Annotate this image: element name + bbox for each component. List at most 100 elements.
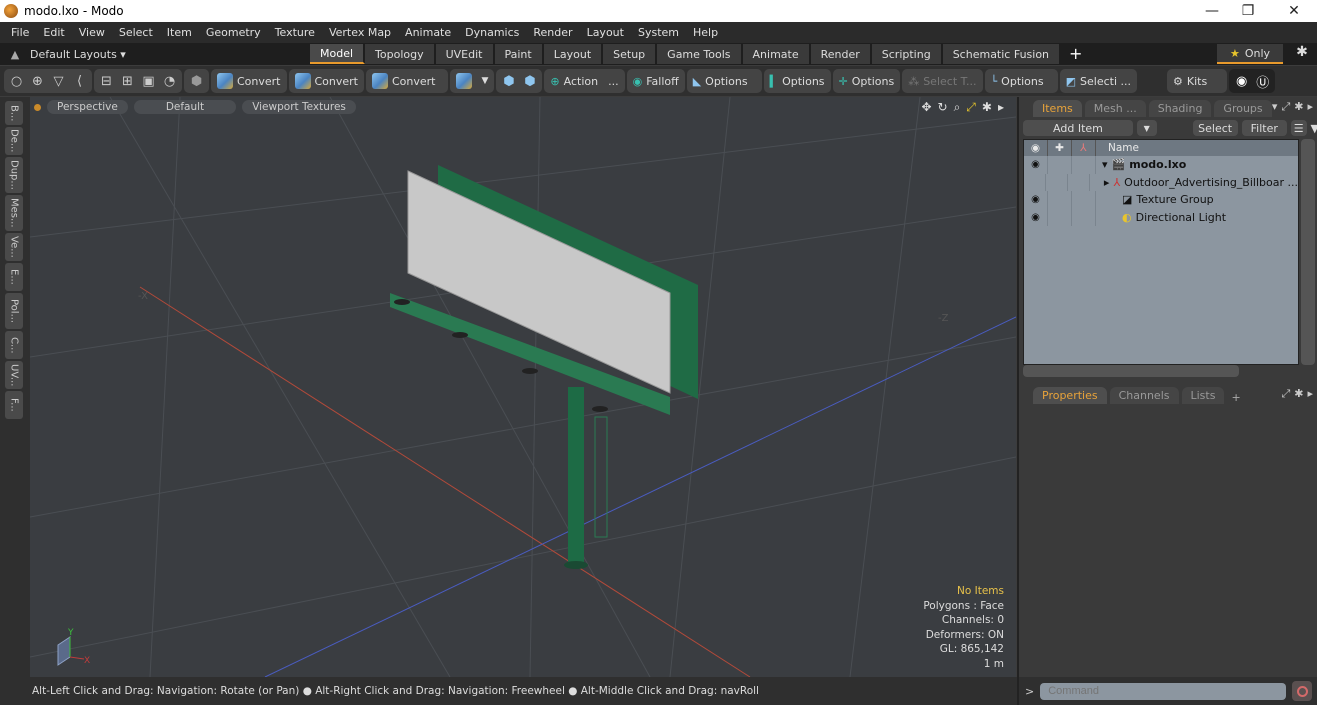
menu-texture[interactable]: Texture	[268, 26, 322, 39]
falloff-button[interactable]: ◉ Falloff	[626, 69, 685, 93]
tab-shading[interactable]: Shading	[1148, 100, 1212, 117]
left-tab-edge[interactable]: E...	[5, 263, 23, 291]
viewport-textures-dropdown[interactable]: Viewport Textures	[242, 100, 356, 114]
command-history-button[interactable]	[1292, 681, 1313, 701]
vertices-mode-icon[interactable]: ○	[6, 70, 27, 92]
uv-mode-icon[interactable]: ⊞	[117, 70, 138, 92]
select-t-button[interactable]: ⁂ Select T...	[902, 69, 983, 93]
unity-icon[interactable]: ◉	[1231, 70, 1252, 92]
collapse-arrow-icon[interactable]: ▸	[1104, 176, 1110, 189]
snap-shield-icon[interactable]: ⬢	[498, 70, 519, 92]
left-tab-uv[interactable]: UV...	[5, 361, 23, 389]
tree-row[interactable]: ◉ ▾ 🎬 modo.lxo	[1024, 156, 1298, 174]
add-item-button[interactable]: Add Item	[1023, 120, 1133, 136]
tab-uvedit[interactable]: UVEdit	[435, 44, 495, 64]
menu-vertex-map[interactable]: Vertex Map	[322, 26, 398, 39]
tree-row[interactable]: ◉ ◐ Directional Light	[1024, 208, 1298, 226]
expand-right-icon[interactable]: ▸	[998, 100, 1004, 115]
tabs-dropdown-icon[interactable]: ▾	[1272, 100, 1278, 114]
left-tab-duplicate[interactable]: Dup...	[5, 157, 23, 193]
options-button-4[interactable]: └ Options	[984, 69, 1058, 93]
items-mode-icon[interactable]: ⊟	[96, 70, 117, 92]
menu-layout[interactable]: Layout	[580, 26, 631, 39]
left-tab-fusion[interactable]: F...	[5, 391, 23, 419]
menu-select[interactable]: Select	[112, 26, 160, 39]
lock-column-icon[interactable]: ✚	[1048, 140, 1072, 156]
material-mode-icon[interactable]: ◔	[159, 70, 180, 92]
polygons-mode-icon[interactable]: ▣	[138, 70, 159, 92]
eye-icon[interactable]: ◉	[1024, 191, 1048, 209]
eye-icon[interactable]: ◉	[1024, 156, 1048, 174]
menu-system[interactable]: System	[631, 26, 686, 39]
menu-animate[interactable]: Animate	[398, 26, 458, 39]
shield-icon[interactable]: ⬢	[186, 70, 207, 92]
left-tab-basic[interactable]: B...	[5, 101, 23, 125]
render-column-icon[interactable]: ⅄	[1072, 140, 1096, 156]
expand-panel-icon[interactable]: ⤢	[1281, 100, 1290, 114]
expand-arrow-icon[interactable]: ▾	[1102, 158, 1108, 171]
collapse-up-icon[interactable]: ▲	[0, 48, 30, 61]
kits-button[interactable]: ⚙ Kits	[1167, 69, 1228, 93]
tab-setup[interactable]: Setup	[603, 44, 658, 64]
left-tab-vertex[interactable]: Ve...	[5, 233, 23, 261]
menu-view[interactable]: View	[72, 26, 112, 39]
viewport-gear-icon[interactable]: ✱	[982, 100, 992, 115]
list-options-icon[interactable]: ☰	[1290, 120, 1307, 136]
visibility-column-icon[interactable]: ◉	[1024, 140, 1048, 156]
options-button-2[interactable]: ▍ Options	[763, 69, 831, 93]
command-input[interactable]	[1040, 682, 1287, 700]
pan-icon[interactable]: ✥	[921, 100, 931, 115]
panel-arrow-icon[interactable]: ▸	[1307, 387, 1313, 401]
left-tab-deform[interactable]: De...	[5, 127, 23, 155]
expand-panel-icon[interactable]: ⤢	[1281, 387, 1290, 401]
selection-button[interactable]: ◩ Selecti ...	[1059, 69, 1138, 93]
cube-dropdown[interactable]: ▼	[449, 69, 495, 93]
panel-gear-icon[interactable]: ✱	[1294, 100, 1303, 114]
left-tab-curve[interactable]: C...	[5, 331, 23, 359]
menu-edit[interactable]: Edit	[36, 26, 71, 39]
rotate-icon[interactable]: ↻	[938, 100, 948, 115]
options-button-3[interactable]: ✛ Options	[832, 69, 901, 93]
panel-gear-icon[interactable]: ✱	[1294, 387, 1303, 401]
items-horizontal-scrollbar[interactable]	[1023, 365, 1239, 377]
zoom-icon[interactable]: ⌕	[954, 100, 961, 115]
gear-icon[interactable]: ✱	[1292, 44, 1312, 64]
tab-layout[interactable]: Layout	[543, 44, 604, 64]
close-button[interactable]: ✕	[1271, 0, 1317, 22]
tab-render[interactable]: Render	[810, 44, 872, 64]
globe-mode-icon[interactable]: ⊕	[27, 70, 48, 92]
menu-file[interactable]: File	[4, 26, 36, 39]
left-tab-polygon[interactable]: Pol...	[5, 293, 23, 329]
convert-button-1[interactable]: Convert	[211, 69, 287, 93]
tab-lists[interactable]: Lists	[1181, 387, 1225, 404]
tab-animate[interactable]: Animate	[742, 44, 811, 64]
add-layout-tab-button[interactable]: +	[1061, 44, 1090, 64]
tab-game-tools[interactable]: Game Tools	[657, 44, 743, 64]
unreal-icon[interactable]: Ⓤ	[1252, 70, 1273, 92]
only-toggle[interactable]: ★ Only	[1217, 44, 1283, 64]
items-vertical-scrollbar[interactable]	[1301, 139, 1315, 365]
falloff-options-button[interactable]: ◣ Options	[686, 69, 762, 93]
tab-paint[interactable]: Paint	[494, 44, 544, 64]
tab-mesh[interactable]: Mesh ...	[1084, 100, 1146, 117]
tab-groups[interactable]: Groups	[1214, 100, 1272, 117]
tab-model[interactable]: Model	[310, 44, 366, 64]
tab-channels[interactable]: Channels	[1109, 387, 1179, 404]
add-item-dropdown[interactable]: ▼	[1136, 120, 1157, 136]
select-button[interactable]: Select	[1192, 120, 1238, 136]
convert-button-3[interactable]: Convert	[366, 69, 448, 93]
name-column-header[interactable]: Name	[1096, 142, 1139, 154]
shading-dropdown[interactable]: Default	[133, 100, 237, 114]
menu-item[interactable]: Item	[160, 26, 199, 39]
convert-button-2[interactable]: Convert	[288, 69, 364, 93]
panel-arrow-icon[interactable]: ▸	[1307, 100, 1313, 114]
left-tab-mesh-edit[interactable]: Mes...	[5, 195, 23, 231]
menu-render[interactable]: Render	[526, 26, 579, 39]
restore-button[interactable]: ❐	[1225, 0, 1271, 22]
layout-switcher[interactable]: Default Layouts ▾	[30, 48, 126, 61]
filter-button[interactable]: Filter	[1241, 120, 1287, 136]
menu-dynamics[interactable]: Dynamics	[458, 26, 526, 39]
funnel-icon[interactable]: ▼	[1311, 122, 1317, 135]
add-properties-tab-button[interactable]: +	[1227, 391, 1244, 404]
pen-mode-icon[interactable]: ▽	[48, 70, 69, 92]
